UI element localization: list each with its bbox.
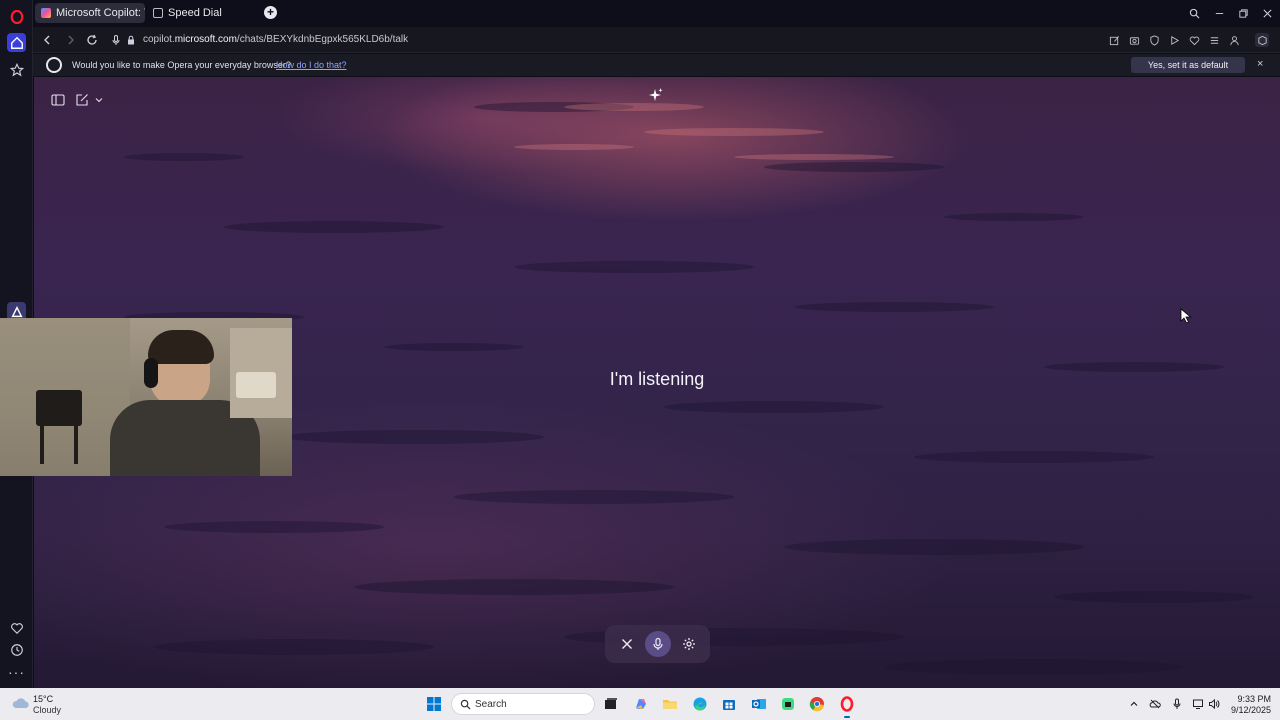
sidebar-more-icon[interactable]: ··· bbox=[7, 662, 26, 681]
new-chat-icon[interactable] bbox=[73, 91, 91, 109]
tab-strip: Microsoft Copilot: Your AI Speed Dial + bbox=[33, 0, 1280, 26]
new-tab-button[interactable]: + bbox=[264, 6, 277, 19]
task-view-icon[interactable] bbox=[601, 694, 621, 714]
history-clock-icon[interactable] bbox=[7, 640, 26, 659]
tab-copilot[interactable]: Microsoft Copilot: Your AI bbox=[35, 3, 145, 23]
address-bar: copilot.microsoft.com/chats/BEXYkdnbEgpx… bbox=[33, 27, 1280, 53]
opera-taskbar-icon[interactable] bbox=[837, 694, 857, 714]
default-browser-notice: Would you like to make Opera your everyd… bbox=[33, 54, 1280, 86]
search-icon bbox=[460, 699, 471, 710]
forward-icon[interactable] bbox=[63, 32, 79, 48]
taskbar: 15°C Cloudy Search 9:33 PM 9/12/2025 bbox=[0, 688, 1280, 720]
opera-logo-icon bbox=[46, 57, 62, 73]
url-domain: microsoft.com bbox=[174, 34, 237, 45]
tab-title: Microsoft Copilot: Your AI bbox=[56, 7, 145, 19]
volume-icon[interactable] bbox=[1207, 697, 1221, 711]
close-window-icon[interactable] bbox=[1258, 4, 1276, 22]
easy-setup-menu-icon[interactable] bbox=[1207, 33, 1221, 47]
sidebar-toggle-icon[interactable] bbox=[49, 91, 67, 109]
cloudy-weather-icon bbox=[12, 698, 29, 708]
weather-description[interactable]: Cloudy bbox=[33, 705, 61, 715]
opera-menu-icon[interactable] bbox=[7, 7, 26, 26]
notice-close-icon[interactable]: × bbox=[1257, 58, 1263, 70]
chevron-down-icon[interactable] bbox=[93, 91, 105, 109]
copilot-favicon-icon bbox=[41, 8, 51, 18]
set-default-browser-button[interactable]: Yes, set it as default browser bbox=[1131, 57, 1245, 86]
display-icon[interactable] bbox=[1191, 697, 1205, 711]
profile-icon[interactable] bbox=[1227, 33, 1241, 47]
edge-browser-icon[interactable] bbox=[690, 694, 710, 714]
minimize-icon[interactable] bbox=[1210, 4, 1228, 22]
notice-text: Would you like to make Opera your everyd… bbox=[72, 60, 291, 70]
speed-dial-grid-icon bbox=[153, 8, 163, 18]
url-path: /chats/BEXYkdnbEgpxk565KLD6b/talk bbox=[236, 34, 409, 45]
tab-speed-dial[interactable]: Speed Dial bbox=[147, 3, 257, 23]
url-prefix: copilot. bbox=[143, 34, 175, 45]
chrome-icon[interactable] bbox=[807, 694, 827, 714]
chair-shape bbox=[36, 390, 82, 426]
onedrive-icon[interactable] bbox=[1148, 697, 1162, 711]
webcam-overlay bbox=[0, 318, 292, 476]
favorite-heart-icon[interactable] bbox=[1187, 33, 1201, 47]
weather-temperature[interactable]: 15°C bbox=[33, 694, 53, 704]
microphone-permission-icon[interactable] bbox=[108, 32, 124, 48]
play-icon[interactable] bbox=[1167, 33, 1181, 47]
windows-start-icon[interactable] bbox=[424, 694, 444, 714]
file-explorer-icon[interactable] bbox=[660, 694, 680, 714]
voice-settings-gear-icon[interactable] bbox=[676, 631, 702, 657]
microphone-button[interactable] bbox=[644, 631, 671, 657]
microsoft-store-icon[interactable] bbox=[719, 694, 739, 714]
search-placeholder: Search bbox=[475, 699, 507, 710]
taskbar-clock-date[interactable]: 9/12/2025 bbox=[1224, 705, 1271, 715]
reload-icon[interactable] bbox=[84, 32, 100, 48]
tab-title: Speed Dial bbox=[168, 7, 222, 19]
outlook-icon[interactable] bbox=[749, 694, 769, 714]
copilot-app-icon[interactable] bbox=[631, 694, 651, 714]
bookmarks-star-icon[interactable] bbox=[7, 60, 26, 79]
active-app-indicator bbox=[844, 716, 850, 718]
edit-page-icon[interactable] bbox=[1107, 33, 1121, 47]
taskbar-search-input[interactable]: Search bbox=[451, 693, 595, 715]
url-field[interactable]: copilot.microsoft.com/chats/BEXYkdnbEgpx… bbox=[143, 34, 408, 45]
shield-icon[interactable] bbox=[1147, 33, 1161, 47]
tray-microphone-icon[interactable] bbox=[1170, 697, 1184, 711]
tab-search-icon[interactable] bbox=[1185, 4, 1203, 22]
how-do-i-link[interactable]: How do I do that? bbox=[276, 60, 347, 70]
tray-overflow-chevron-icon[interactable] bbox=[1127, 697, 1141, 711]
back-icon[interactable] bbox=[39, 32, 55, 48]
heart-icon[interactable] bbox=[7, 618, 26, 637]
snapshot-camera-icon[interactable] bbox=[1127, 33, 1141, 47]
android-app-icon[interactable] bbox=[778, 694, 798, 714]
headphones-shape bbox=[144, 358, 158, 388]
sparkle-icon bbox=[649, 88, 663, 101]
restore-icon[interactable] bbox=[1234, 4, 1252, 22]
lock-icon[interactable] bbox=[123, 32, 139, 48]
end-voice-button[interactable] bbox=[614, 631, 640, 657]
extensions-cube-icon[interactable] bbox=[1255, 33, 1269, 47]
mouse-cursor-icon bbox=[1180, 308, 1192, 324]
taskbar-clock-time[interactable]: 9:33 PM bbox=[1231, 694, 1271, 704]
voice-controls bbox=[605, 625, 710, 663]
home-icon[interactable] bbox=[7, 33, 26, 52]
